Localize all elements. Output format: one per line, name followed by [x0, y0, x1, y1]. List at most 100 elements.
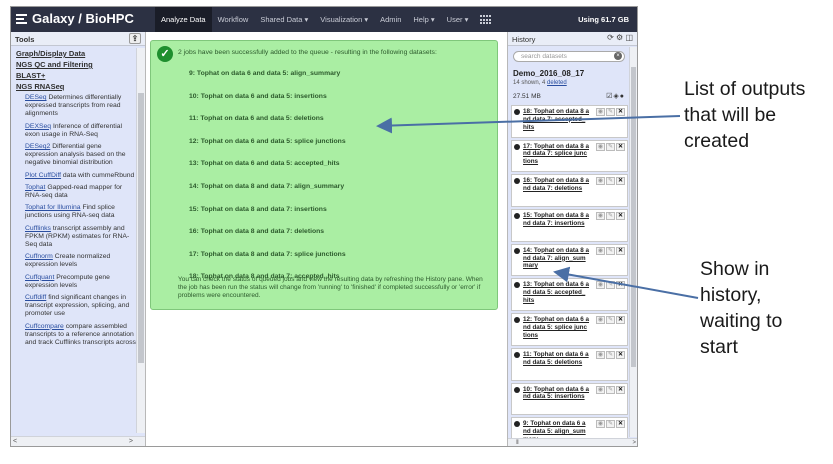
history-hscrollbar[interactable]: ⦀ > — [508, 438, 637, 446]
history-dataset-title[interactable]: 16: Tophat on data 8 and data 7: deletio… — [523, 177, 589, 193]
pencil-icon[interactable]: ✎ — [606, 420, 615, 429]
pencil-icon[interactable]: ✎ — [606, 177, 615, 186]
history-dataset[interactable]: 11: Tophat on data 6 and data 5: deletio… — [511, 347, 628, 381]
history-dataset[interactable]: 15: Tophat on data 8 and data 7: inserti… — [511, 209, 628, 242]
eye-icon[interactable]: ◉ — [596, 316, 605, 325]
delete-icon[interactable]: ✕ — [616, 385, 625, 394]
history-search-placeholder: search datasets — [521, 53, 567, 60]
tool-link[interactable]: Cufflinks — [25, 225, 51, 232]
history-dataset[interactable]: 18: Tophat on data 8 and data 7: accepte… — [511, 105, 628, 138]
scroll-right-icon[interactable]: > — [129, 438, 133, 445]
pencil-icon[interactable]: ✎ — [606, 281, 615, 290]
history-dataset-title[interactable]: 12: Tophat on data 6 and data 5: splice … — [523, 316, 589, 339]
history-dataset[interactable]: 12: Tophat on data 6 and data 5: splice … — [511, 313, 628, 346]
comment-icon[interactable]: ● — [620, 93, 625, 100]
history-dataset-title[interactable]: 10: Tophat on data 6 and data 5: inserti… — [523, 386, 589, 402]
eye-icon[interactable]: ◉ — [596, 212, 605, 221]
delete-icon[interactable]: ✕ — [616, 177, 625, 186]
queued-dataset: 16: Tophat on data 8 and data 7: deletio… — [189, 228, 325, 236]
scrollbar-thumb[interactable] — [138, 93, 144, 363]
nav-help[interactable]: Help ▾ — [407, 7, 440, 32]
history-dataset-title[interactable]: 11: Tophat on data 6 and data 5: deletio… — [523, 351, 589, 367]
history-name[interactable]: Demo_2016_08_17 — [513, 69, 584, 78]
eye-icon[interactable]: ◉ — [596, 420, 605, 429]
pencil-icon[interactable]: ✎ — [606, 108, 615, 116]
brand[interactable]: Galaxy / BioHPC — [16, 11, 134, 26]
eye-icon[interactable]: ◉ — [596, 281, 605, 290]
history-dataset-title[interactable]: 15: Tophat on data 8 and data 7: inserti… — [523, 212, 589, 228]
history-dataset-title[interactable]: 17: Tophat on data 8 and data 7: splice … — [523, 143, 589, 166]
delete-icon[interactable]: ✕ — [616, 420, 625, 429]
pencil-icon[interactable]: ✎ — [606, 246, 615, 255]
eye-icon[interactable]: ◉ — [596, 177, 605, 186]
history-dataset[interactable]: 16: Tophat on data 8 and data 7: deletio… — [511, 174, 628, 208]
quota-usage: Using 61.7 GB — [578, 15, 629, 24]
refresh-icon[interactable]: ⟳ — [607, 33, 614, 42]
history-dataset[interactable]: 10: Tophat on data 6 and data 5: inserti… — [511, 382, 628, 416]
tool-section-blast[interactable]: BLAST+ — [16, 70, 136, 81]
tool-link[interactable]: Cuffcompare — [25, 323, 64, 330]
eye-icon[interactable]: ◉ — [596, 385, 605, 394]
apps-grid-icon[interactable] — [480, 15, 492, 25]
annotation-line: that will be — [684, 104, 777, 126]
delete-icon[interactable]: ✕ — [616, 142, 625, 151]
delete-icon[interactable]: ✕ — [616, 281, 625, 290]
eye-icon[interactable]: ◉ — [596, 246, 605, 255]
tool-link[interactable]: DEXSeq — [25, 123, 51, 130]
history-dataset[interactable]: 17: Tophat on data 8 and data 7: splice … — [511, 139, 628, 173]
tool-item: Tophat Gapped-read mapper for RNA-seq da… — [25, 184, 136, 200]
delete-icon[interactable]: ✕ — [616, 108, 625, 116]
nav-analyze-data[interactable]: Analyze Data — [155, 7, 212, 32]
tool-link[interactable]: Cuffnorm — [25, 253, 53, 260]
pencil-icon[interactable]: ✎ — [606, 142, 615, 151]
tool-link[interactable]: Tophat — [25, 184, 45, 191]
delete-icon[interactable]: ✕ — [616, 212, 625, 221]
scroll-left-icon[interactable]: < — [13, 438, 17, 445]
gear-icon[interactable]: ⚙ — [616, 33, 623, 42]
tool-section-graph-display[interactable]: Graph/Display Data — [16, 48, 136, 59]
tool-section-ngs-qc[interactable]: NGS QC and Filtering — [16, 59, 136, 70]
tool-link[interactable]: Tophat for Illumina — [25, 204, 81, 211]
delete-icon[interactable]: ✕ — [616, 316, 625, 325]
nav-shared-data[interactable]: Shared Data ▾ — [254, 7, 314, 32]
eye-icon[interactable]: ◉ — [596, 350, 605, 359]
pencil-icon[interactable]: ✎ — [606, 350, 615, 359]
tool-panel-hscrollbar[interactable]: < > — [11, 436, 145, 446]
history-dataset-title[interactable]: 14: Tophat on data 8 and data 7: align_s… — [523, 247, 589, 270]
dataset-buttons: ◉ ✎ ✕ — [596, 350, 625, 359]
nav-admin[interactable]: Admin — [374, 7, 407, 32]
annotation-line: created — [684, 130, 750, 152]
pencil-icon[interactable]: ✎ — [606, 316, 615, 325]
resize-grip-icon[interactable]: ⦀ — [516, 440, 519, 446]
eye-icon[interactable]: ◉ — [596, 108, 605, 116]
annotation-line: Show in — [700, 258, 770, 280]
history-dataset[interactable]: 13: Tophat on data 6 and data 5: accepte… — [511, 278, 628, 312]
nav-visualization[interactable]: Visualization ▾ — [314, 7, 374, 32]
pencil-icon[interactable]: ✎ — [606, 385, 615, 394]
history-dataset-title[interactable]: 13: Tophat on data 6 and data 5: accepte… — [523, 281, 589, 304]
eye-icon[interactable]: ◉ — [596, 142, 605, 151]
tool-section-ngs-rnaseq[interactable]: NGS RNASeq — [16, 81, 136, 92]
tool-panel-scrollbar[interactable] — [136, 48, 145, 433]
scroll-right-icon[interactable]: > — [632, 440, 636, 446]
history-dataset-title[interactable]: 18: Tophat on data 8 and data 7: accepte… — [523, 108, 589, 131]
tool-link[interactable]: Cuffquant — [25, 274, 54, 281]
tool-link[interactable]: DESeq — [25, 94, 47, 101]
delete-icon[interactable]: ✕ — [616, 350, 625, 359]
history-scrollbar[interactable] — [629, 47, 637, 437]
upload-icon[interactable]: ⇪ — [129, 33, 141, 44]
clear-search-icon[interactable]: × — [614, 52, 622, 60]
scrollbar-thumb[interactable] — [631, 67, 636, 367]
nav-user[interactable]: User ▾ — [441, 7, 475, 32]
tool-link[interactable]: DESeq2 — [25, 143, 50, 150]
nav-workflow[interactable]: Workflow — [212, 7, 255, 32]
history-search-input[interactable]: search datasets × — [513, 51, 625, 62]
history-deleted-link[interactable]: deleted — [547, 80, 567, 86]
tool-link[interactable]: Plot CuffDiff — [25, 172, 61, 179]
pencil-icon[interactable]: ✎ — [606, 212, 615, 221]
history-action-icons: ☑◈● — [606, 92, 625, 100]
delete-icon[interactable]: ✕ — [616, 246, 625, 255]
columns-icon[interactable]: ◫ — [625, 33, 633, 42]
tool-link[interactable]: Cuffdiff — [25, 294, 46, 301]
history-dataset[interactable]: 14: Tophat on data 8 and data 7: align_s… — [511, 243, 628, 277]
